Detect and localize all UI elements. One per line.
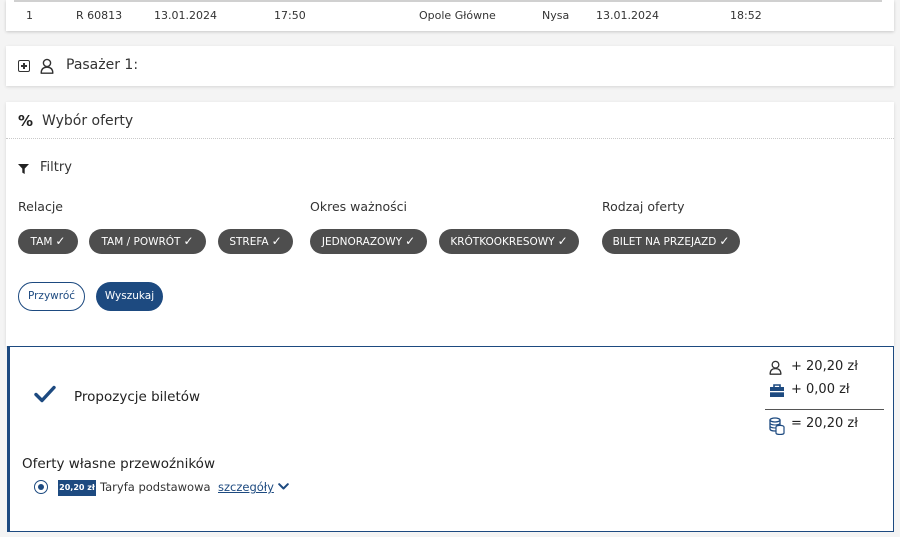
check-icon: ✓ xyxy=(55,234,66,248)
details-link[interactable]: szczegóły xyxy=(218,480,274,494)
total-amount: = 20,20 zł xyxy=(791,416,858,431)
journey-table-row: 1 R 60813 13.01.2024 17:50 Opole Główne … xyxy=(6,0,894,31)
check-icon: ✓ xyxy=(405,234,416,248)
chip-bilet-na-przejazd[interactable]: BILET NA PRZEJAZD ✓ xyxy=(602,229,740,254)
percent-icon: % xyxy=(18,112,34,130)
fare-radio[interactable] xyxy=(34,480,48,494)
chip-label: TAM / POWRÓT xyxy=(101,236,181,248)
summary-divider xyxy=(765,409,884,410)
own-offers-title: Oferty własne przewoźników xyxy=(22,456,215,472)
search-button[interactable]: Wyszukaj xyxy=(96,282,163,311)
chip-label: KRÓTKOOKRESOWY xyxy=(450,236,555,248)
filters-title: Filtry xyxy=(40,160,72,175)
ticket-proposals-section: Propozycje biletów Oferty własne przewoź… xyxy=(7,346,894,532)
arrival-date: 13.01.2024 xyxy=(596,9,659,22)
check-icon: ✓ xyxy=(557,234,568,248)
train-number: R 60813 xyxy=(76,9,123,22)
checkmark-icon xyxy=(34,385,56,403)
arrival-station: Nysa xyxy=(542,9,570,22)
chip-krotkookresowy[interactable]: KRÓTKOOKRESOWY ✓ xyxy=(439,229,579,254)
chip-strefa[interactable]: STREFA ✓ xyxy=(218,229,293,254)
luggage-icon xyxy=(770,384,784,397)
fare-name: Taryfa podstawowa xyxy=(100,480,211,494)
check-icon: ✓ xyxy=(271,234,282,248)
check-icon: ✓ xyxy=(183,234,194,248)
coins-icon xyxy=(769,417,785,435)
departure-station: Opole Główne xyxy=(419,9,496,22)
passenger-amount: + 20,20 zł xyxy=(791,359,858,374)
chip-tam-powrot[interactable]: TAM / POWRÓT ✓ xyxy=(89,229,206,254)
reset-button[interactable]: Przywróć xyxy=(18,282,85,311)
chip-jednorazowy[interactable]: JEDNORAZOWY ✓ xyxy=(310,229,427,254)
user-icon xyxy=(769,360,782,375)
filter-funnel-icon xyxy=(18,164,29,174)
user-icon xyxy=(40,58,54,74)
offer-selection-card: % Wybór oferty Filtry Relacje Okres ważn… xyxy=(6,102,894,346)
chip-label: BILET NA PRZEJAZD xyxy=(612,236,717,248)
chip-label: TAM xyxy=(30,236,53,248)
check-icon: ✓ xyxy=(719,234,730,248)
plus-square-icon[interactable] xyxy=(18,60,30,72)
departure-time: 17:50 xyxy=(274,9,306,22)
offer-type-group-label: Rodzaj oferty xyxy=(602,199,685,214)
chip-label: JEDNORAZOWY xyxy=(321,236,403,248)
chevron-down-icon[interactable] xyxy=(278,483,289,490)
offer-selection-title: Wybór oferty xyxy=(42,113,134,129)
proposals-title: Propozycje biletów xyxy=(74,389,201,405)
passenger-card: Pasażer 1: xyxy=(6,46,894,86)
departure-date: 13.01.2024 xyxy=(154,9,217,22)
arrival-time: 18:52 xyxy=(730,9,762,22)
chip-label: STREFA xyxy=(229,236,269,248)
luggage-amount: + 0,00 zł xyxy=(791,382,850,397)
relations-group-label: Relacje xyxy=(18,199,63,214)
fare-price-badge: 20,20 zł xyxy=(58,480,96,496)
row-index: 1 xyxy=(26,9,33,22)
validity-group-label: Okres ważności xyxy=(310,199,407,214)
passenger-label: Pasażer 1: xyxy=(66,57,139,73)
table-top-border xyxy=(14,0,882,2)
section-divider xyxy=(6,138,894,139)
chip-tam[interactable]: TAM ✓ xyxy=(18,229,78,254)
